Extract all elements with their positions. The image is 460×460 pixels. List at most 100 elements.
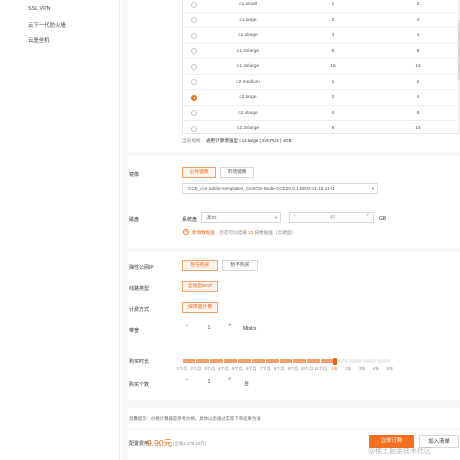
spec-row[interactable]: c1.large 2 4 <box>183 13 460 28</box>
quantity-plus[interactable]: + <box>228 377 232 383</box>
spec-radio[interactable] <box>191 79 197 85</box>
spec-name: c1.large <box>239 17 257 23</box>
spec-vcpu: 8 <box>331 48 335 54</box>
price-saved: (立省2,270.10元) <box>173 441 207 446</box>
spec-memory: 4 <box>416 33 420 38</box>
spec-name: c1.xlarge <box>238 33 258 38</box>
spec-row[interactable]: c1.small 1 2 <box>183 0 460 13</box>
duration-tick <box>389 359 391 363</box>
bandwidth-unit: Mbit/s <box>243 326 257 332</box>
duration-tick <box>320 359 322 363</box>
duration-tick <box>195 359 197 363</box>
spec-vcpu: 4 <box>331 33 335 38</box>
spec-vcpu: 8 <box>331 126 335 131</box>
duration-slider-fill <box>182 359 335 363</box>
chevron-down-icon: ▾ <box>371 186 374 191</box>
spec-row[interactable]: c2.xlarge 4 8 <box>183 106 460 121</box>
spec-radio[interactable] <box>191 48 197 54</box>
spec-row[interactable]: c2.medium 1 2 <box>183 75 460 90</box>
quantity-label: 购买个数 <box>129 382 150 388</box>
image-select-value: CCE_cce-addon-templates_CentOS-Node-CCE2… <box>188 186 335 191</box>
sidebar-item-ssl-vpn[interactable]: SSL VPN <box>28 6 51 12</box>
duration-slider-handle[interactable] <box>332 357 337 365</box>
billing-label: 计费方式 <box>129 307 150 313</box>
spec-radio[interactable] <box>191 110 197 116</box>
tab-market-image[interactable]: 市场镜像 <box>220 167 254 178</box>
price-label: 配置费用 <box>129 441 150 447</box>
price-value: 9.90元 <box>147 438 173 448</box>
spec-radio[interactable] <box>191 17 197 23</box>
image-select[interactable]: CCE_cce-addon-templates_CentOS-Node-CCE2… <box>182 183 378 194</box>
spec-radio[interactable] <box>191 1 197 8</box>
add-data-disk-link[interactable]: 新增数据盘 <box>192 230 215 235</box>
spec-memory: 8 <box>416 110 420 116</box>
spec-vcpu: 16 <box>330 64 336 69</box>
spec-row[interactable]: c2.large 2 4 <box>183 90 460 106</box>
eip-label: 弹性公网IP <box>129 265 154 271</box>
spec-radio[interactable] <box>191 94 197 101</box>
quantity-unit: 台 <box>244 381 250 387</box>
duration-option-label[interactable]: 5年 <box>380 366 400 372</box>
current-spec-label: 当前规格: <box>182 138 202 143</box>
spec-row[interactable]: c1.2xlarge 8 8 <box>183 44 460 59</box>
spec-memory: 4 <box>416 17 420 23</box>
eip-buy-later[interactable]: 暂不购买 <box>222 260 258 271</box>
spec-vcpu: 2 <box>331 17 335 23</box>
spec-row[interactable]: c1.xlarge 4 4 <box>183 28 460 44</box>
duration-tick <box>250 359 252 363</box>
sidebar-item-bastion[interactable]: 云堡垒机 <box>28 36 50 44</box>
spec-memory: 2 <box>416 79 420 85</box>
disk-unit: GB <box>379 216 387 222</box>
spec-vcpu: 2 <box>331 95 335 100</box>
line-bgp[interactable]: 全动态BGP <box>182 281 218 292</box>
disk-label: 磁盘 <box>129 217 140 223</box>
spec-vcpu: 1 <box>331 2 335 7</box>
disk-hint-prefix: 您还可以挂载 <box>219 230 247 235</box>
eip-buy-now[interactable]: 现在购买 <box>182 260 218 271</box>
chevron-down-icon: ▾ <box>274 215 277 220</box>
duration-tick <box>292 359 294 363</box>
spec-memory: 4 <box>416 95 420 100</box>
spec-memory: 16 <box>415 64 421 69</box>
spec-memory: 16 <box>415 126 421 131</box>
current-spec-value: 通用计算增强型 | c2.large | 2vCPUs | 4GB <box>205 138 292 143</box>
spec-row[interactable]: c2.2xlarge 8 16 <box>183 121 460 133</box>
spec-memory: 8 <box>416 48 420 54</box>
bandwidth-plus[interactable]: + <box>228 323 232 329</box>
bandwidth-value[interactable]: 1 <box>195 325 223 331</box>
spec-vcpu: 1 <box>331 79 335 85</box>
notice-text: 温馨提示：价格计算器是参考价格，具体以您通过实际下单结果为准 <box>129 416 261 421</box>
duration-tick <box>181 359 183 363</box>
quantity-minus[interactable]: − <box>185 377 189 383</box>
tab-public-image[interactable]: 公共镜像 <box>182 167 216 178</box>
duration-tick <box>375 359 377 363</box>
spec-row[interactable]: c1.4xlarge 16 16 <box>183 59 460 75</box>
billing-bandwidth[interactable]: 按带宽计费 <box>182 302 218 313</box>
disk-size-minus[interactable]: − <box>293 213 297 219</box>
spec-radio[interactable] <box>191 63 197 70</box>
spec-name: c1.4xlarge <box>236 64 260 69</box>
sidebar-item-firewall[interactable]: 云下一代防火墙 <box>28 21 66 29</box>
add-circle-icon: + <box>183 229 189 235</box>
spec-radio[interactable] <box>191 125 197 132</box>
spec-vcpu: 4 <box>331 110 335 116</box>
duration-tick <box>264 359 266 363</box>
disk-type-select[interactable]: 高IO ▾ <box>201 212 281 223</box>
quantity-value[interactable]: 1 <box>195 379 223 385</box>
spec-name: c1.2xlarge <box>236 48 260 54</box>
disk-hint-suffix: 块数据盘（云硬盘） <box>254 230 296 235</box>
duration-tick <box>306 359 308 363</box>
image-label: 镜像 <box>129 172 140 178</box>
disk-size-value[interactable]: 40 <box>310 215 355 221</box>
spec-name: c2.large <box>239 95 257 100</box>
duration-tick <box>209 359 211 363</box>
current-spec: 当前规格: 通用计算增强型 | c2.large | 2vCPUs | 4GB <box>182 138 292 144</box>
spec-radio[interactable] <box>191 32 197 39</box>
bandwidth-minus[interactable]: − <box>185 323 189 329</box>
disk-size-plus[interactable]: + <box>366 213 370 219</box>
add-data-disk-row: 新增数据盘 您还可以挂载 23 块数据盘（云硬盘） <box>192 230 296 236</box>
spec-name: c2.medium <box>236 79 260 85</box>
duration-panel <box>128 350 460 400</box>
line-type-label: 线路类型 <box>129 286 150 292</box>
duration-tick <box>278 359 280 363</box>
